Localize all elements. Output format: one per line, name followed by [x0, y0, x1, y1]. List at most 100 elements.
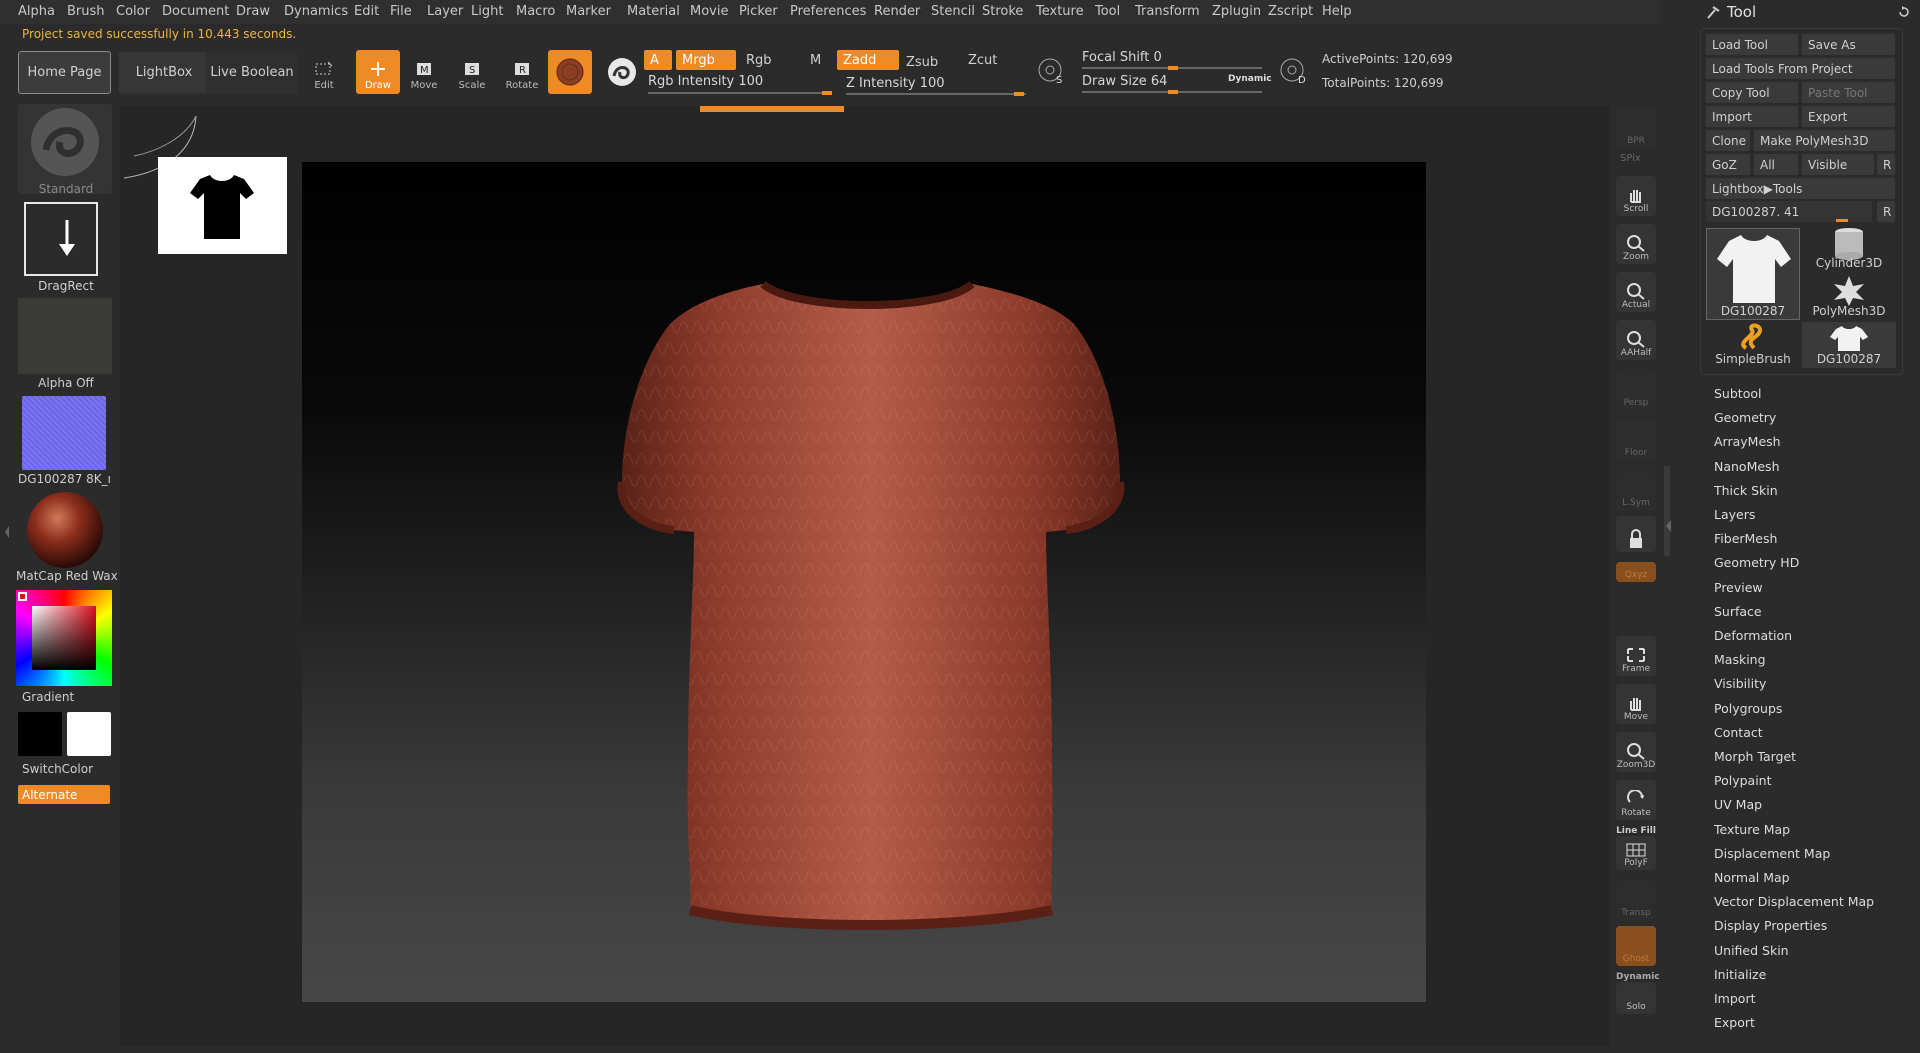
menu-transform[interactable]: Transform — [1135, 4, 1200, 19]
tool-palette-header[interactable]: Tool — [1703, 2, 1917, 24]
move-tool-button[interactable]: M Move — [402, 50, 446, 94]
menu-light[interactable]: Light — [471, 4, 503, 19]
menu-document[interactable]: Document — [162, 4, 229, 19]
subpalette-export[interactable]: Export — [1714, 1015, 1755, 1030]
focal-shift-knob[interactable] — [1168, 66, 1178, 70]
menu-help[interactable]: Help — [1322, 4, 1352, 19]
persp-button[interactable]: Persp — [1616, 370, 1656, 410]
lightbox-button[interactable]: LightBox — [118, 51, 210, 94]
menu-render[interactable]: Render — [874, 4, 920, 19]
subpalette-display-properties[interactable]: Display Properties — [1714, 918, 1827, 933]
move-view-button[interactable]: Move — [1616, 684, 1656, 724]
menu-zplugin[interactable]: Zplugin — [1212, 4, 1261, 19]
current-tool-slider-knob[interactable] — [1836, 219, 1848, 222]
subpalette-contact[interactable]: Contact — [1714, 725, 1763, 740]
subpalette-initialize[interactable]: Initialize — [1714, 967, 1766, 982]
menu-tool[interactable]: Tool — [1095, 4, 1120, 19]
subpalette-polypaint[interactable]: Polypaint — [1714, 773, 1772, 788]
lsym-button[interactable]: L.Sym — [1616, 470, 1656, 510]
paste-tool-button[interactable]: Paste Tool — [1802, 82, 1895, 103]
menu-stroke[interactable]: Stroke — [982, 4, 1023, 19]
subpalette-surface[interactable]: Surface — [1714, 604, 1762, 619]
load-tools-from-project-button[interactable]: Load Tools From Project — [1706, 58, 1895, 79]
transp-button[interactable]: Transp — [1616, 880, 1656, 920]
tshirt-model[interactable] — [302, 162, 1426, 1002]
canvas-scroll-indicator[interactable] — [700, 106, 844, 112]
material-selector[interactable] — [18, 490, 112, 570]
alpha-selector[interactable] — [18, 298, 112, 374]
subpalette-texture-map[interactable]: Texture Map — [1714, 822, 1790, 837]
subpalette-uv-map[interactable]: UV Map — [1714, 797, 1762, 812]
save-as-button[interactable]: Save As — [1802, 34, 1895, 55]
lightbox-tools-button[interactable]: Lightbox▶Tools — [1706, 178, 1895, 199]
subpalette-preview[interactable]: Preview — [1714, 580, 1763, 595]
subpalette-geometry[interactable]: Geometry — [1714, 410, 1776, 425]
rotate-view-button[interactable]: Rotate — [1616, 780, 1656, 820]
ghost-button[interactable]: Ghost — [1616, 926, 1656, 966]
m-toggle[interactable]: M — [804, 50, 834, 70]
menu-layer[interactable]: Layer — [427, 4, 463, 19]
zadd-toggle[interactable]: Zadd — [837, 50, 899, 70]
subpalette-displacement-map[interactable]: Displacement Map — [1714, 846, 1830, 861]
texture-selector[interactable] — [22, 396, 106, 470]
subpalette-visibility[interactable]: Visibility — [1714, 676, 1766, 691]
z-intensity-knob[interactable] — [1014, 92, 1024, 96]
menu-file[interactable]: File — [390, 4, 412, 19]
menu-color[interactable]: Color — [116, 4, 150, 19]
color-picker[interactable] — [16, 590, 112, 686]
rotate-tool-button[interactable]: R Rotate — [500, 50, 544, 94]
chevron-left-icon[interactable] — [1664, 516, 1672, 536]
rgb-intensity-slider[interactable]: Rgb Intensity 100 — [648, 74, 763, 89]
menu-brush[interactable]: Brush — [67, 4, 105, 19]
menu-draw[interactable]: Draw — [236, 4, 270, 19]
right-tray-scrollbar[interactable] — [1664, 466, 1670, 556]
menu-zscript[interactable]: Zscript — [1268, 4, 1313, 19]
subpalette-thick-skin[interactable]: Thick Skin — [1714, 483, 1778, 498]
bpr-render-button[interactable]: BPR — [1616, 108, 1656, 148]
subpalette-deformation[interactable]: Deformation — [1714, 628, 1792, 643]
copy-tool-button[interactable]: Copy Tool — [1706, 82, 1798, 103]
switch-color-button[interactable]: SwitchColor — [22, 762, 93, 776]
home-page-button[interactable]: Home Page — [18, 51, 111, 94]
import-tool-button[interactable]: Import — [1706, 106, 1798, 127]
scale-tool-button[interactable]: S Scale — [450, 50, 494, 94]
menu-edit[interactable]: Edit — [354, 4, 379, 19]
frame-button[interactable]: Frame — [1616, 636, 1656, 676]
live-boolean-button[interactable]: Live Boolean — [206, 51, 298, 94]
subpalette-morph-target[interactable]: Morph Target — [1714, 749, 1796, 764]
subpalette-polygroups[interactable]: Polygroups — [1714, 701, 1782, 716]
dynamic-size-toggle[interactable]: Dynamic — [1228, 74, 1272, 84]
goz-button[interactable]: GoZ — [1706, 154, 1750, 175]
brush-selector[interactable] — [18, 104, 112, 194]
floor-button[interactable]: Floor — [1616, 420, 1656, 460]
menu-macro[interactable]: Macro — [516, 4, 555, 19]
lazy-s-button[interactable]: S — [1036, 56, 1066, 86]
zcut-toggle[interactable]: Zcut — [962, 50, 1024, 70]
goz-all-button[interactable]: All — [1754, 154, 1798, 175]
left-tray-handle[interactable] — [4, 520, 10, 544]
menu-material[interactable]: Material — [627, 4, 680, 19]
rgb-intensity-track[interactable] — [648, 92, 828, 94]
subpalette-fibermesh[interactable]: FiberMesh — [1714, 531, 1777, 546]
menu-alpha[interactable]: Alpha — [18, 4, 55, 19]
subpalette-normal-map[interactable]: Normal Map — [1714, 870, 1790, 885]
make-polymesh3d-button[interactable]: Make PolyMesh3D — [1754, 130, 1895, 151]
load-tool-button[interactable]: Load Tool — [1706, 34, 1798, 55]
draw-size-slider[interactable]: Draw Size 64 — [1082, 74, 1167, 89]
subpalette-nanomesh[interactable]: NanoMesh — [1714, 459, 1780, 474]
menu-texture[interactable]: Texture — [1036, 4, 1084, 19]
refresh-icon[interactable] — [1897, 5, 1911, 19]
goz-r-button[interactable]: R — [1877, 154, 1895, 175]
spix-slider[interactable]: SPix — [1620, 153, 1641, 164]
draw-size-knob[interactable] — [1168, 90, 1178, 94]
subpalette-masking[interactable]: Masking — [1714, 652, 1766, 667]
rgb-intensity-knob[interactable] — [822, 91, 832, 95]
brush-sphere-button[interactable] — [600, 50, 644, 94]
goz-visible-button[interactable]: Visible — [1802, 154, 1874, 175]
subpalette-arraymesh[interactable]: ArrayMesh — [1714, 434, 1781, 449]
rgb-toggle[interactable]: Rgb — [740, 50, 800, 70]
menu-dynamics[interactable]: Dynamics — [284, 4, 348, 19]
menu-picker[interactable]: Picker — [739, 4, 778, 19]
actual-button[interactable]: Actual — [1616, 272, 1656, 312]
subpalette-layers[interactable]: Layers — [1714, 507, 1755, 522]
